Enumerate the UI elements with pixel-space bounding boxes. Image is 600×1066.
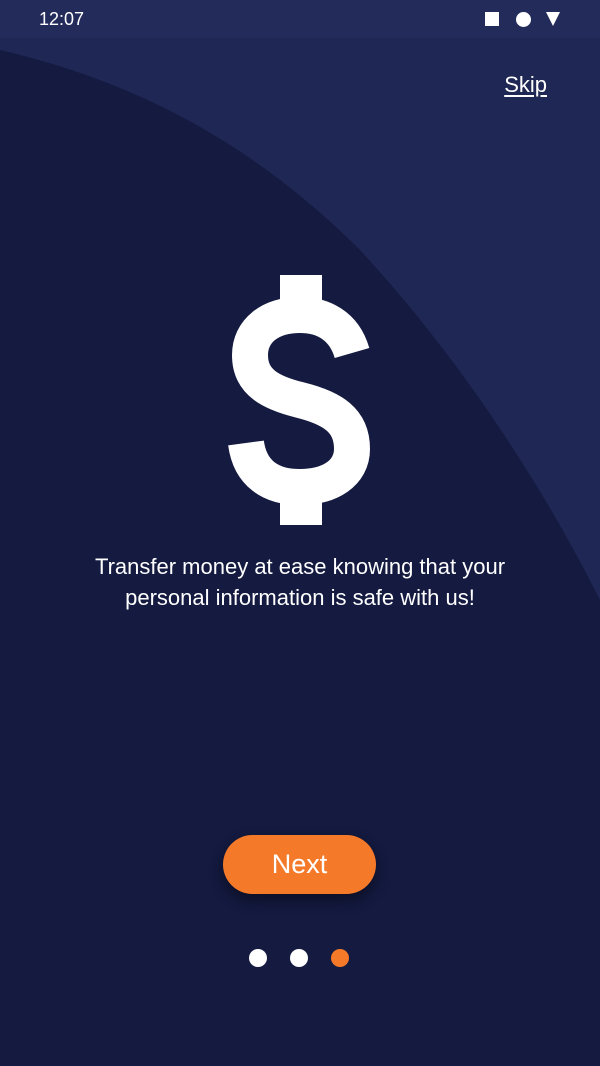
- page-dot-2[interactable]: [290, 949, 308, 967]
- next-button[interactable]: Next: [223, 835, 376, 894]
- status-bar: 12:07: [0, 0, 600, 38]
- dollar-sign-icon: [228, 275, 371, 525]
- triangle-icon: [546, 12, 560, 26]
- onboarding-message: Transfer money at ease knowing that your…: [94, 554, 506, 610]
- status-icons: [485, 10, 560, 28]
- pagination-dots: [249, 949, 349, 967]
- onboarding-screen: 12:07 Skip Transfer money at ease knowin…: [0, 0, 600, 1066]
- square-icon: [485, 12, 499, 26]
- page-dot-3-active[interactable]: [331, 949, 349, 967]
- page-dot-1[interactable]: [249, 949, 267, 967]
- status-time: 12:07: [39, 9, 85, 29]
- skip-link[interactable]: Skip: [504, 72, 547, 98]
- circle-icon: [516, 11, 531, 27]
